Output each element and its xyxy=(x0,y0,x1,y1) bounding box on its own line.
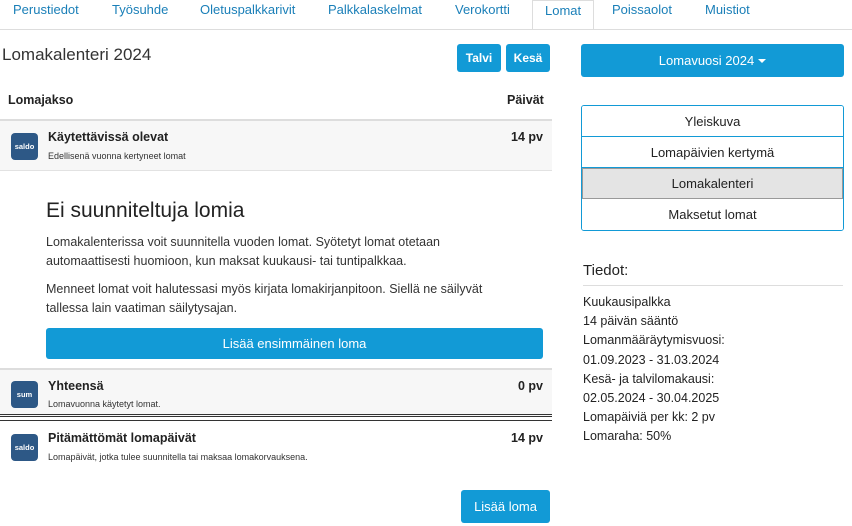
nav-accrual[interactable]: Lomapäivien kertymä xyxy=(582,137,843,168)
empty-state-heading: Ei suunniteltuja lomia xyxy=(46,199,245,222)
row-unused-title: Pitämättömät lomapäivät xyxy=(48,431,196,445)
info-season-label: Kesä- ja talvilomakausi: xyxy=(583,372,715,386)
info-holiday-pay: Lomaraha: 50% xyxy=(583,429,672,443)
tab-oletuspalkkarivit[interactable]: Oletuspalkkarivit xyxy=(200,2,295,28)
nav-overview[interactable]: Yleiskuva xyxy=(582,106,843,137)
row-available-subtitle: Edellisenä vuonna kertyneet lomat xyxy=(48,151,186,161)
summer-button[interactable]: Kesä xyxy=(506,44,550,72)
sidebar-nav: Yleiskuva Lomapäivien kertymä Lomakalent… xyxy=(581,105,844,231)
empty-state-text-2: Menneet lomat voit halutessasi myös kirj… xyxy=(46,282,483,315)
tab-poissaolot[interactable]: Poissaolot xyxy=(612,2,672,28)
row-available: saldo Käytettävissä olevat Edellisenä vu… xyxy=(0,119,552,171)
row-unused: saldo Pitämättömät lomapäivät Lomapäivät… xyxy=(0,420,552,470)
tab-perustiedot[interactable]: Perustiedot xyxy=(13,2,79,28)
info-rule: 14 päivän sääntö xyxy=(583,314,679,328)
saldo-badge-icon: saldo xyxy=(11,133,38,160)
sum-badge-icon: sum xyxy=(11,381,38,408)
add-holiday-button[interactable]: Lisää loma xyxy=(461,490,550,523)
add-first-holiday-button[interactable]: Lisää ensimmäinen loma xyxy=(46,328,543,359)
info-title: Tiedot: xyxy=(583,262,629,279)
empty-state-text-1: Lomakalenterissa voit suunnitella vuoden… xyxy=(46,235,440,268)
row-total-subtitle: Lomavuonna käytetyt lomat. xyxy=(48,399,161,409)
tab-palkkalaskelmat[interactable]: Palkkalaskelmat xyxy=(328,2,422,28)
winter-button[interactable]: Talvi xyxy=(457,44,501,72)
column-header-period: Lomajakso xyxy=(8,93,74,107)
holiday-year-dropdown[interactable]: Lomavuosi 2024 xyxy=(581,44,844,77)
row-total: sum Yhteensä Lomavuonna käytetyt lomat. … xyxy=(0,368,552,417)
nav-holiday-calendar[interactable]: Lomakalenteri xyxy=(582,168,843,199)
tab-verokortti[interactable]: Verokortti xyxy=(455,2,510,28)
info-period-value: 01.09.2023 - 31.03.2024 xyxy=(583,353,720,367)
row-available-title: Käytettävissä olevat xyxy=(48,130,169,144)
saldo-badge-icon: saldo xyxy=(11,434,38,461)
info-divider xyxy=(583,285,843,286)
row-total-value: 0 pv xyxy=(517,379,543,393)
nav-paid-holidays[interactable]: Maksetut lomat xyxy=(582,199,843,230)
info-salary-type: Kuukausipalkka xyxy=(583,295,671,309)
row-available-value: 14 pv xyxy=(511,130,543,144)
tab-bar: Perustiedot Työsuhde Oletuspalkkarivit P… xyxy=(0,0,852,30)
row-unused-subtitle: Lomapäivät, jotka tulee suunnitella tai … xyxy=(48,452,308,462)
tab-tyosuhde[interactable]: Työsuhde xyxy=(112,2,168,28)
column-header-days: Päivät xyxy=(507,93,544,107)
info-season-value: 02.05.2024 - 30.04.2025 xyxy=(583,391,720,405)
tab-muistiot[interactable]: Muistiot xyxy=(705,2,750,28)
calendar-title: Lomakalenteri 2024 xyxy=(2,45,152,64)
holiday-year-label: Lomavuosi 2024 xyxy=(658,53,755,68)
info-days-per-month: Lomapäiviä per kk: 2 pv xyxy=(583,410,716,424)
row-total-title: Yhteensä xyxy=(48,379,104,393)
tab-lomat[interactable]: Lomat xyxy=(532,0,595,29)
caret-down-icon xyxy=(758,58,767,63)
row-unused-value: 14 pv xyxy=(511,431,543,445)
info-period-label: Lomanmääräytymisvuosi: xyxy=(583,333,725,347)
